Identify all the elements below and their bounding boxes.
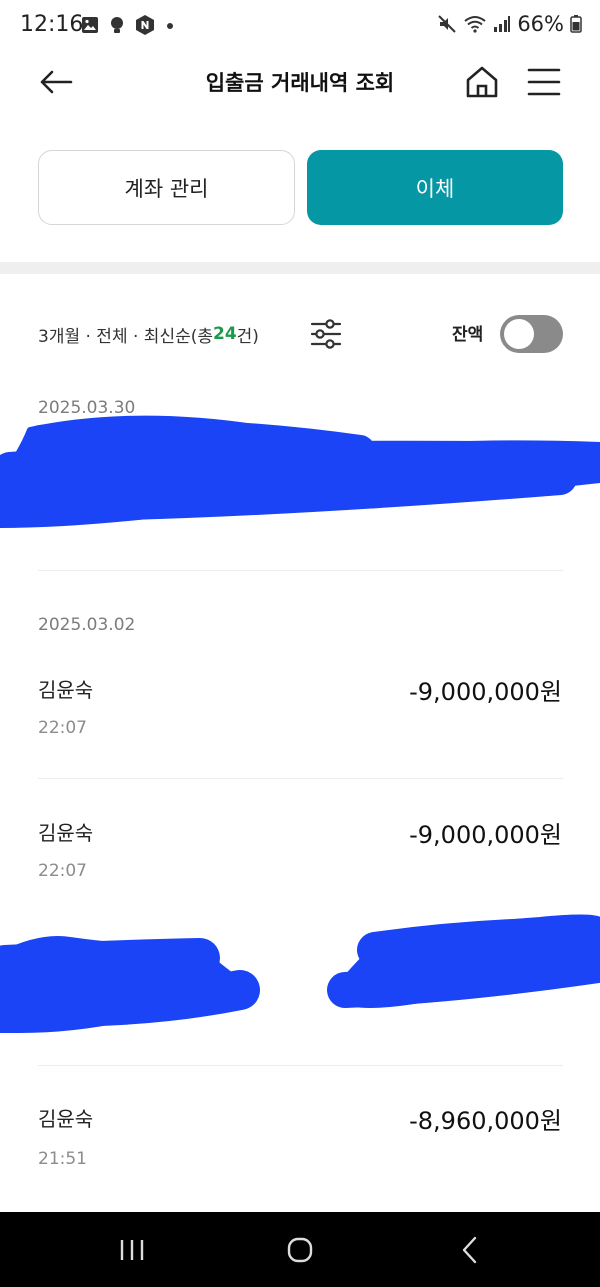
gallery-icon (82, 17, 98, 33)
row-divider (38, 570, 563, 571)
wifi-icon (464, 16, 486, 33)
status-time: 12:16 (20, 12, 84, 37)
date-header: 2025.03.30 (38, 398, 136, 418)
transaction-name: 김윤숙 (38, 1107, 94, 1131)
status-left-icons (80, 14, 176, 36)
row-divider (38, 1065, 563, 1066)
bulb-icon (111, 17, 123, 33)
filter-suffix: 건) (236, 326, 259, 347)
home-icon (466, 66, 498, 98)
transaction-time: 22:07 (38, 718, 87, 738)
redaction-scribble-bottom (0, 914, 600, 1033)
sliders-icon (310, 319, 342, 349)
balance-toggle[interactable] (500, 315, 563, 353)
transaction-name: 김윤숙 (38, 678, 94, 702)
transaction-amount: -8,960,000원 (409, 1107, 562, 1135)
account-manage-button[interactable]: 계좌 관리 (38, 150, 295, 225)
menu-icon (527, 68, 561, 96)
home-circle-icon (287, 1237, 313, 1263)
status-bar: 12:16 66% (0, 0, 600, 54)
recent-apps-button[interactable] (112, 1230, 152, 1270)
transaction-time: 21:51 (38, 1149, 87, 1169)
chevron-left-icon (462, 1236, 477, 1264)
battery-icon (570, 15, 582, 33)
section-divider (0, 262, 600, 274)
menu-button[interactable] (524, 62, 564, 102)
status-right: 66% (437, 12, 582, 36)
recent-apps-icon (120, 1240, 144, 1260)
home-nav-button[interactable] (280, 1230, 320, 1270)
naver-icon (136, 15, 154, 35)
transfer-button[interactable]: 이체 (307, 150, 563, 225)
back-nav-button[interactable] (450, 1230, 490, 1270)
battery-percent: 66% (517, 12, 564, 36)
filter-summary[interactable]: 3개월 · 전체 · 최신순(총 24 건) (38, 318, 259, 350)
date-header: 2025.03.02 (38, 615, 136, 635)
transaction-amount: -9,000,000원 (409, 678, 562, 706)
filter-button[interactable] (308, 316, 344, 352)
system-nav-bar (0, 1212, 600, 1287)
home-button[interactable] (462, 62, 502, 102)
row-divider (38, 778, 563, 779)
transaction-count: 24 (213, 324, 237, 344)
mute-icon (438, 15, 457, 33)
balance-label: 잔액 (452, 325, 484, 345)
redaction-scribble-top (0, 415, 600, 528)
page-title: 입출금 거래내역 조회 (205, 71, 395, 95)
toggle-knob (504, 319, 534, 349)
transaction-name: 김윤숙 (38, 821, 94, 845)
dot-icon (167, 23, 173, 29)
app-header: 입출금 거래내역 조회 (0, 54, 600, 110)
transaction-amount: -9,000,000원 (409, 821, 562, 849)
transaction-time: 22:07 (38, 861, 87, 881)
signal-icon (494, 16, 511, 32)
filter-prefix: 3개월 · 전체 · 최신순(총 (38, 326, 213, 347)
